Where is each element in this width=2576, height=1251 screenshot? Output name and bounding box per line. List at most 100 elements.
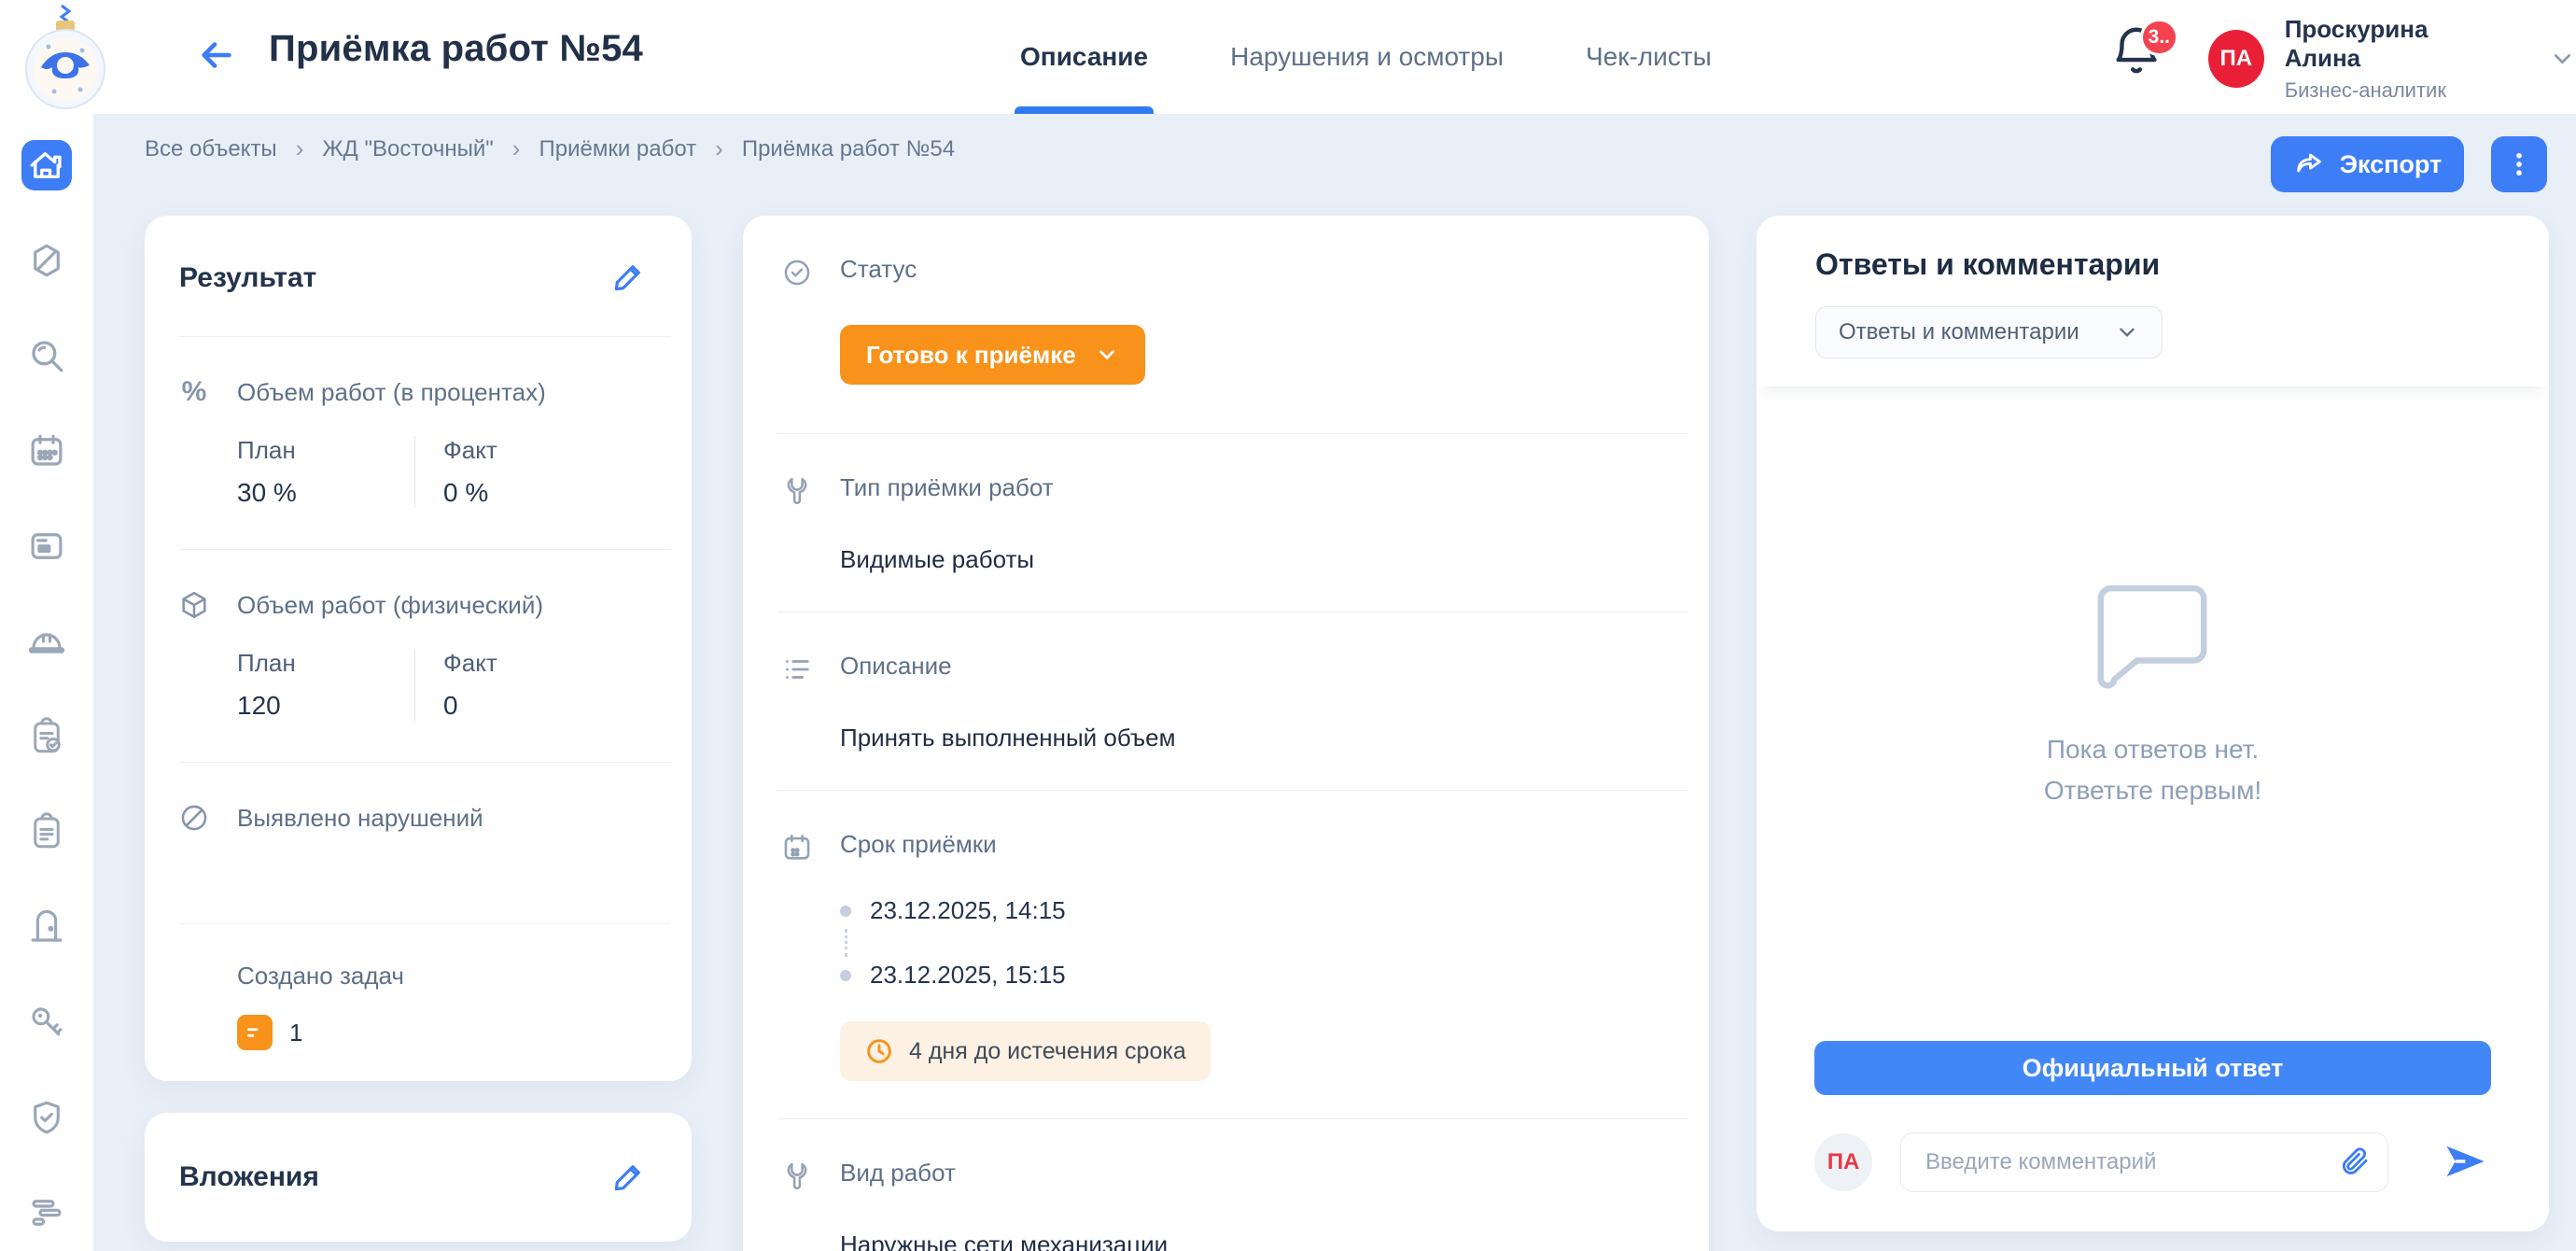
door-icon bbox=[27, 907, 66, 947]
notifications-button[interactable]: 3.. bbox=[2107, 22, 2173, 91]
deadline-text: 4 дня до истечения срока bbox=[909, 1038, 1186, 1065]
back-button[interactable] bbox=[192, 32, 241, 80]
status-row: Статус Готово к приёмке bbox=[743, 216, 1709, 433]
timeline-dot bbox=[840, 906, 851, 917]
acceptance-type-label: Тип приёмки работ bbox=[840, 473, 1054, 502]
status-dropdown-button[interactable]: Готово к приёмке bbox=[840, 325, 1145, 385]
description-value: Принять выполненный объем bbox=[840, 724, 1175, 752]
empty-state-line1: Пока ответов нет. bbox=[2047, 729, 2259, 769]
hardhat-icon bbox=[27, 622, 66, 661]
fact-label: Факт bbox=[443, 436, 620, 465]
work-kind-row: Вид работ Наружные сети механизации bbox=[743, 1119, 1709, 1251]
fact-value: 0 % bbox=[443, 478, 620, 508]
card-panel-icon bbox=[27, 527, 66, 566]
timeline-connector bbox=[845, 929, 1211, 957]
empty-state-line2: Ответьте первым! bbox=[2044, 770, 2261, 810]
search-icon bbox=[27, 336, 66, 375]
hexagon-slash-icon bbox=[27, 241, 66, 280]
sidebar-item-restricted[interactable] bbox=[21, 235, 72, 286]
header-tabs: Описание Нарушения и осмотры Чек-листы bbox=[1020, 0, 1712, 114]
shield-check-icon bbox=[27, 1098, 66, 1137]
result-card-title: Результат bbox=[179, 262, 316, 294]
sidebar-item-structure[interactable] bbox=[21, 1188, 72, 1238]
tab-description[interactable]: Описание bbox=[1020, 0, 1148, 114]
notification-count-badge: 3.. bbox=[2140, 19, 2178, 56]
user-info: Проскурина Алина Бизнес-аналитик bbox=[2285, 15, 2502, 103]
acceptance-type-row: Тип приёмки работ Видимые работы bbox=[743, 434, 1709, 611]
comment-input[interactable] bbox=[1900, 1132, 2388, 1192]
sidebar-item-search[interactable] bbox=[21, 330, 72, 381]
task-icon bbox=[237, 1015, 273, 1050]
attach-file-button[interactable] bbox=[2336, 1144, 2373, 1181]
status-label: Статус bbox=[840, 255, 1145, 284]
edit-result-button[interactable] bbox=[611, 259, 647, 297]
tab-checklists[interactable]: Чек-листы bbox=[1586, 0, 1712, 114]
app-logo-ornament-eye-icon bbox=[21, 4, 110, 112]
clipboard-check-icon bbox=[27, 717, 66, 756]
key-icon bbox=[27, 1003, 66, 1042]
sidebar-item-calendar[interactable] bbox=[21, 426, 72, 476]
violations-label: Выявлено нарушений bbox=[237, 802, 483, 833]
tasks-count[interactable]: 1 bbox=[289, 1019, 302, 1047]
acceptance-term-label: Срок приёмки bbox=[840, 830, 1211, 859]
breadcrumb-separator: › bbox=[715, 134, 723, 163]
wrench-icon bbox=[780, 1159, 814, 1251]
tasks-section: Создано задач 1 bbox=[145, 924, 692, 1081]
check-circle-icon bbox=[780, 255, 814, 385]
percent-icon: % bbox=[177, 376, 211, 408]
description-label: Описание bbox=[840, 652, 1175, 681]
more-actions-button[interactable] bbox=[2491, 136, 2547, 192]
breadcrumb: Все объекты › ЖД "Восточный" › Приёмки р… bbox=[145, 134, 955, 163]
slash-circle-icon bbox=[177, 802, 211, 834]
sidebar-item-cards[interactable] bbox=[21, 521, 72, 571]
deadline-badge: 4 дня до истечения срока bbox=[840, 1021, 1211, 1081]
sidebar-item-reports[interactable] bbox=[21, 807, 72, 857]
user-menu[interactable]: ПА Проскурина Алина Бизнес-аналитик bbox=[2208, 15, 2576, 103]
comments-empty-state: Пока ответов нет. Ответьте первым! bbox=[1757, 387, 2549, 1004]
breadcrumb-all-objects[interactable]: Все объекты bbox=[145, 136, 277, 162]
list-icon bbox=[780, 652, 814, 752]
plan-label: План bbox=[237, 436, 414, 465]
wrench-icon bbox=[780, 473, 814, 574]
kebab-menu-icon bbox=[2503, 148, 2535, 180]
edit-attachments-button[interactable] bbox=[611, 1159, 647, 1197]
comments-filter-dropdown[interactable]: Ответы и комментарии bbox=[1815, 306, 2163, 358]
list-bars-icon bbox=[27, 1193, 66, 1232]
sidebar-item-keys[interactable] bbox=[21, 997, 72, 1047]
send-comment-button[interactable] bbox=[2441, 1137, 2489, 1188]
send-icon bbox=[2441, 1137, 2489, 1186]
fact-label: Факт bbox=[443, 649, 620, 678]
export-button[interactable]: Экспорт bbox=[2271, 136, 2464, 192]
tasks-label: Создано задач bbox=[237, 962, 664, 991]
comments-footer: Официальный ответ ПА bbox=[1757, 1004, 2549, 1231]
details-card: Статус Готово к приёмке Тип приёмки рабо… bbox=[743, 216, 1709, 1251]
plan-value: 30 % bbox=[237, 478, 414, 508]
comments-title: Ответы и комментарии bbox=[1815, 247, 2512, 282]
volume-percent-label: Объем работ (в процентах) bbox=[237, 376, 546, 407]
chevron-down-icon bbox=[2549, 45, 2576, 73]
breadcrumb-object[interactable]: ЖД "Восточный" bbox=[322, 136, 493, 162]
attachments-card: Вложения bbox=[145, 1113, 692, 1242]
result-card: Результат % Объем работ (в процентах) Пл… bbox=[145, 216, 692, 1081]
plan-value: 120 bbox=[237, 691, 414, 721]
user-role: Бизнес-аналитик bbox=[2285, 78, 2502, 103]
work-kind-label: Вид работ bbox=[840, 1159, 1168, 1188]
volume-physical-label: Объем работ (физический) bbox=[237, 589, 543, 620]
sidebar-item-home[interactable] bbox=[21, 140, 72, 190]
share-arrow-icon bbox=[2293, 148, 2325, 180]
breadcrumb-acceptances[interactable]: Приёмки работ bbox=[539, 136, 696, 162]
top-header: Приёмка работ №54 Описание Нарушения и о… bbox=[0, 0, 2576, 114]
sidebar-item-acceptance[interactable] bbox=[21, 711, 72, 762]
tab-violations-inspections[interactable]: Нарушения и осмотры bbox=[1230, 0, 1504, 114]
official-reply-button[interactable]: Официальный ответ bbox=[1814, 1041, 2491, 1095]
sidebar-item-security[interactable] bbox=[21, 1092, 72, 1143]
breadcrumb-current: Приёмка работ №54 bbox=[742, 136, 955, 162]
attachments-title: Вложения bbox=[179, 1161, 319, 1193]
term-timeline: 23.12.2025, 14:15 23.12.2025, 15:15 bbox=[840, 896, 1211, 990]
sidebar-item-construction[interactable] bbox=[21, 616, 72, 667]
sidebar-item-access[interactable] bbox=[21, 902, 72, 952]
clipboard-lines-icon bbox=[27, 812, 66, 851]
violations-section: Выявлено нарушений bbox=[145, 763, 692, 923]
acceptance-type-value: Видимые работы bbox=[840, 545, 1054, 574]
acceptance-term-row: Срок приёмки 23.12.2025, 14:15 23.12.202… bbox=[743, 791, 1709, 1118]
